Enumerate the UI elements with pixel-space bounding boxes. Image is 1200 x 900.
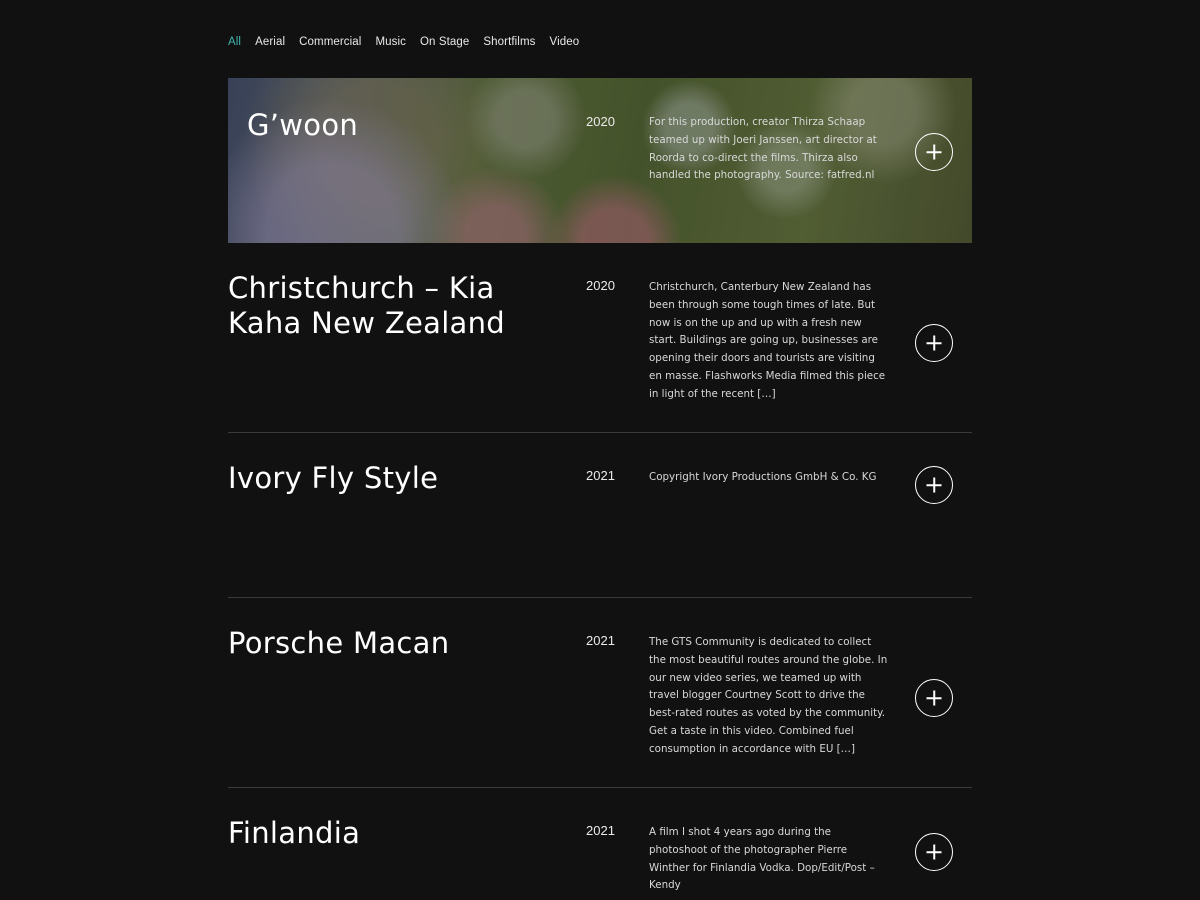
project-item-finlandia[interactable]: Finlandia 2021 A film I shot 4 years ago… bbox=[228, 788, 972, 898]
filter-all[interactable]: All bbox=[228, 36, 241, 48]
project-year: 2021 bbox=[586, 468, 615, 483]
filter-aerial[interactable]: Aerial bbox=[255, 36, 285, 48]
plus-circle-icon[interactable] bbox=[915, 324, 953, 362]
category-filter-bar: All Aerial Commercial Music On Stage Sho… bbox=[228, 36, 579, 48]
plus-circle-icon[interactable] bbox=[915, 679, 953, 717]
project-description: A film I shot 4 years ago during the pho… bbox=[649, 826, 875, 892]
plus-circle-icon[interactable] bbox=[915, 833, 953, 871]
project-title[interactable]: G’woon bbox=[247, 108, 577, 143]
project-item-porsche-macan[interactable]: Porsche Macan 2021 The GTS Community is … bbox=[228, 598, 972, 788]
project-year: 2021 bbox=[586, 633, 615, 648]
project-year: 2020 bbox=[586, 114, 615, 129]
project-description: For this production, creator Thirza Scha… bbox=[649, 116, 877, 182]
project-year: 2020 bbox=[586, 278, 615, 293]
filter-commercial[interactable]: Commercial bbox=[299, 36, 361, 48]
project-item-gwoon[interactable]: G’woon 2020 For this production, creator… bbox=[228, 78, 972, 243]
project-description: The GTS Community is dedicated to collec… bbox=[649, 636, 888, 755]
project-title[interactable]: Ivory Fly Style bbox=[228, 461, 558, 496]
portfolio-page: All Aerial Commercial Music On Stage Sho… bbox=[0, 0, 1200, 900]
project-description: Christchurch, Canterbury New Zealand has… bbox=[649, 281, 886, 400]
filter-on-stage[interactable]: On Stage bbox=[420, 36, 469, 48]
plus-circle-icon[interactable] bbox=[915, 133, 953, 171]
project-title[interactable]: Porsche Macan bbox=[228, 626, 558, 661]
plus-circle-icon[interactable] bbox=[915, 466, 953, 504]
project-item-ivory-fly-style[interactable]: Ivory Fly Style 2021 Copyright Ivory Pro… bbox=[228, 433, 972, 598]
project-title[interactable]: Christchurch – Kia Kaha New Zealand bbox=[228, 271, 558, 341]
filter-shortfilms[interactable]: Shortfilms bbox=[483, 36, 535, 48]
project-title[interactable]: Finlandia bbox=[228, 816, 558, 851]
filter-music[interactable]: Music bbox=[375, 36, 406, 48]
project-year: 2021 bbox=[586, 823, 615, 838]
project-item-christchurch[interactable]: Christchurch – Kia Kaha New Zealand 2020… bbox=[228, 243, 972, 433]
project-list: G’woon 2020 For this production, creator… bbox=[228, 78, 972, 898]
filter-video[interactable]: Video bbox=[550, 36, 580, 48]
project-description: Copyright Ivory Productions GmbH & Co. K… bbox=[649, 471, 877, 483]
